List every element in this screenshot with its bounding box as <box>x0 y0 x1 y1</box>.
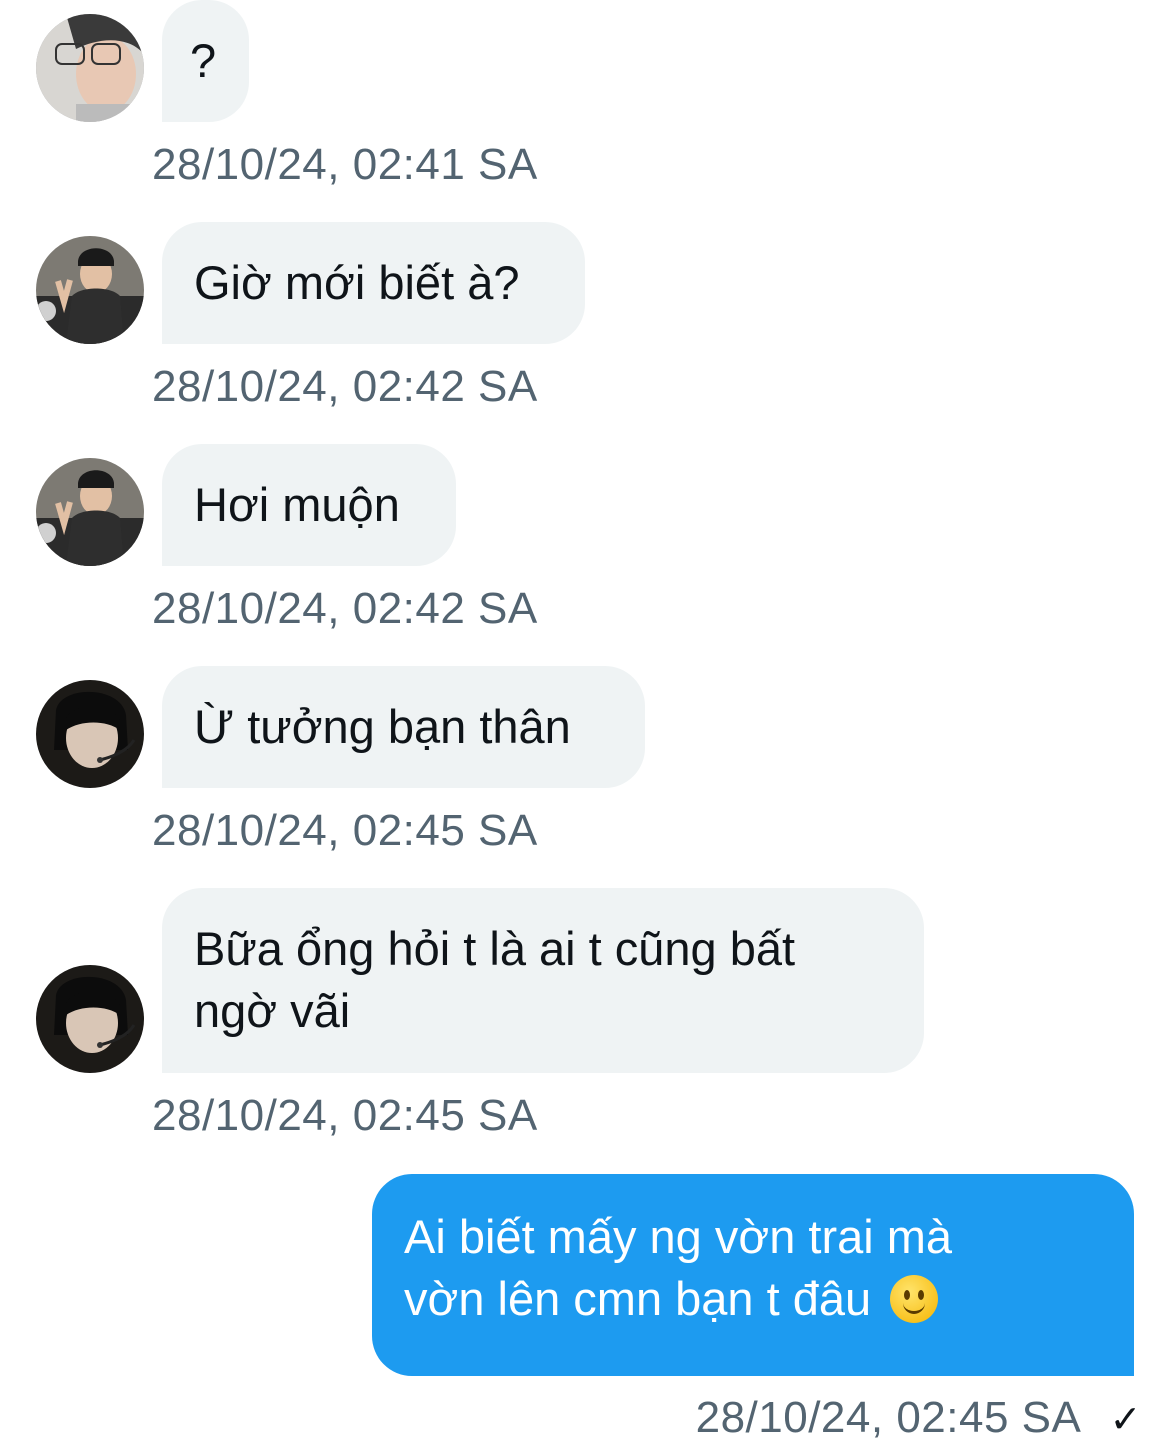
message-timestamp: 28/10/24, 02:41 SA <box>152 140 538 189</box>
sent-check-icon: ✓ <box>1109 1399 1142 1441</box>
sender-avatar[interactable] <box>36 14 144 122</box>
message-bubble[interactable]: ? <box>162 0 249 122</box>
message-text-line: Ai biết mấy ng vờn trai mà <box>404 1210 953 1263</box>
message-text-line: ngờ vãi <box>194 984 351 1037</box>
sender-avatar[interactable] <box>36 236 144 344</box>
message-text: Giờ mới biết à? <box>194 256 520 309</box>
message-timestamp: 28/10/24, 02:42 SA <box>152 584 538 633</box>
message-bubble-outgoing[interactable]: Ai biết mấy ng vờn trai mà vờn lên cmn b… <box>372 1174 1134 1376</box>
message-timestamp: 28/10/24, 02:45 SA ✓ <box>696 1393 1142 1445</box>
avatar-photo-peace-sign <box>36 236 144 344</box>
message-text: ? <box>190 34 217 87</box>
message-timestamp: 28/10/24, 02:45 SA <box>152 806 538 855</box>
message-text-line: vờn lên cmn bạn t đâu <box>404 1272 872 1325</box>
slightly-smiling-face-emoji-icon <box>890 1275 939 1323</box>
avatar-photo-glasses <box>36 14 144 122</box>
message-bubble[interactable]: Giờ mới biết à? <box>162 222 585 344</box>
message-text: Hơi muộn <box>194 478 400 531</box>
message-timestamp-text: 28/10/24, 02:45 SA <box>695 1393 1079 1442</box>
message-bubble[interactable]: Ừ tưởng bạn thân <box>162 666 645 788</box>
avatar-photo-headset <box>36 680 144 788</box>
message-timestamp: 28/10/24, 02:42 SA <box>152 362 538 411</box>
avatar-photo-headset <box>36 965 144 1073</box>
message-text: Ừ tưởng bạn thân <box>194 700 571 753</box>
sender-avatar[interactable] <box>36 680 144 788</box>
message-bubble[interactable]: Hơi muộn <box>162 444 456 566</box>
sender-avatar[interactable] <box>36 458 144 566</box>
message-timestamp: 28/10/24, 02:45 SA <box>152 1091 538 1140</box>
sender-avatar[interactable] <box>36 965 144 1073</box>
message-bubble[interactable]: Bữa ổng hỏi t là ai t cũng bất ngờ vãi <box>162 888 924 1073</box>
avatar-photo-peace-sign <box>36 458 144 566</box>
message-text-line: Bữa ổng hỏi t là ai t cũng bất <box>194 922 796 975</box>
